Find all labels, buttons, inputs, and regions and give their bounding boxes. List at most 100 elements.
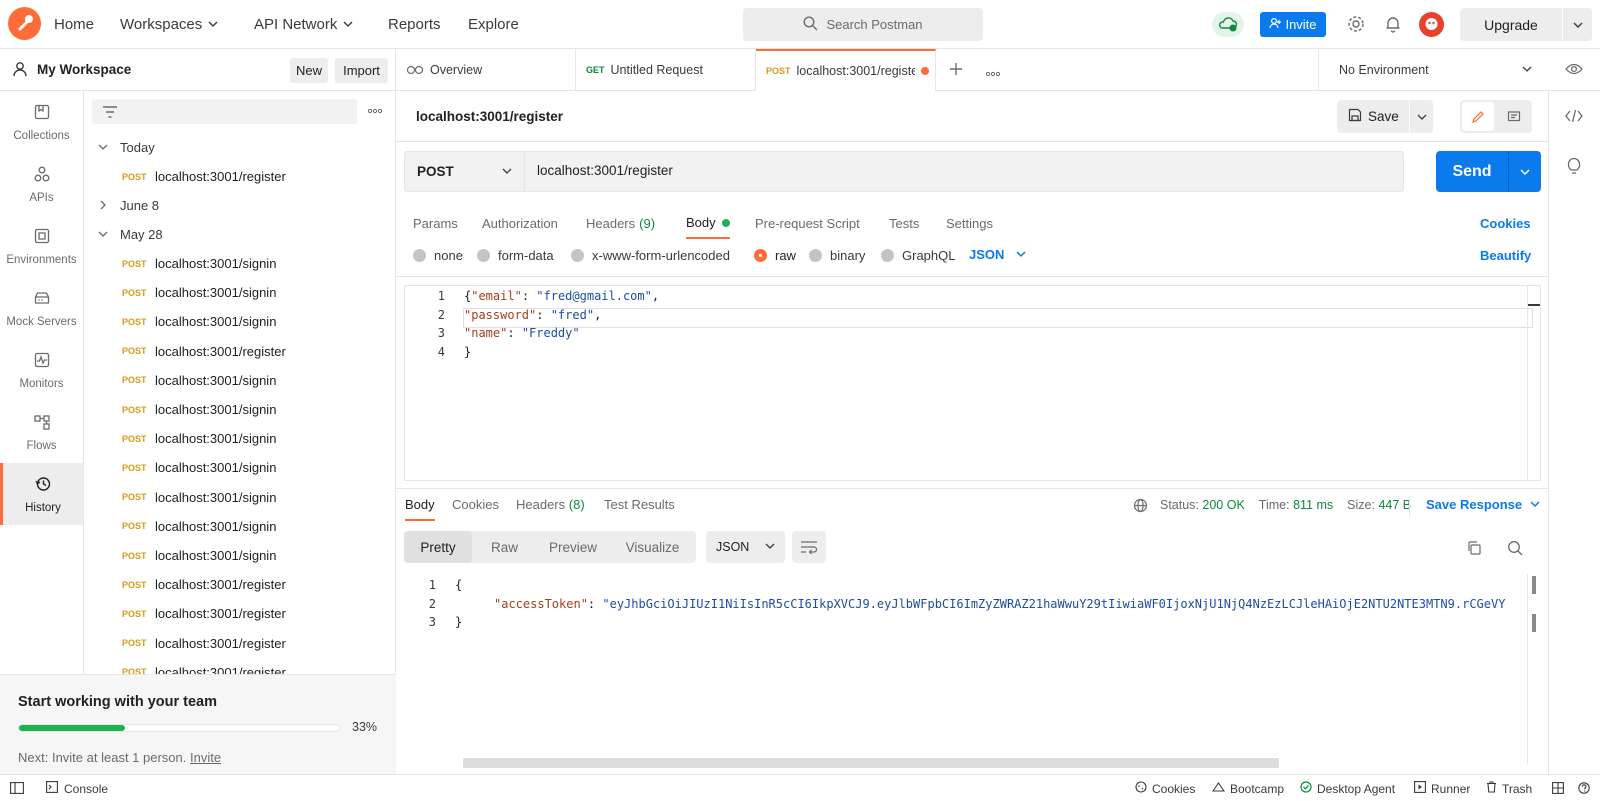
view-visualize[interactable]: Visualize	[609, 540, 696, 555]
tab-headers[interactable]: Headers (9)	[586, 208, 655, 238]
import-button[interactable]: Import	[335, 58, 388, 83]
invite-button[interactable]: Invite	[1260, 12, 1326, 37]
response-tab-cookies[interactable]: Cookies	[452, 497, 499, 512]
view-pretty[interactable]: Pretty	[404, 531, 472, 563]
history-item[interactable]: POST localhost:3001/signin	[84, 395, 394, 424]
sidebar-item-monitors[interactable]: Monitors	[0, 339, 83, 401]
response-time[interactable]: Time: 811 ms	[1259, 498, 1333, 512]
history-item[interactable]: POST localhost:3001/signin	[84, 512, 394, 541]
body-type-none[interactable]: none	[413, 248, 463, 263]
new-button[interactable]: New	[290, 58, 328, 83]
search-input[interactable]: Search Postman	[743, 8, 983, 41]
body-type-form-data[interactable]: form-data	[477, 248, 554, 263]
url-input[interactable]: localhost:3001/register	[537, 163, 673, 178]
response-status[interactable]: Status: 200 OK	[1160, 498, 1245, 512]
history-item[interactable]: POST localhost:3001/signin	[84, 483, 394, 512]
history-item[interactable]: POST localhost:3001/signin	[84, 541, 394, 570]
sync-cloud-icon[interactable]	[1212, 12, 1244, 37]
status-bootcamp[interactable]: Bootcamp	[1211, 781, 1284, 796]
tab-params[interactable]: Params	[413, 208, 458, 238]
history-item[interactable]: POST localhost:3001/signin	[84, 249, 394, 278]
toggle-sidebar-icon[interactable]	[10, 782, 24, 797]
chevron-down-icon[interactable]	[1563, 20, 1592, 30]
layout-grid-icon[interactable]	[1552, 782, 1564, 797]
request-title[interactable]: localhost:3001/register	[416, 109, 563, 124]
sidebar-item-history[interactable]: History	[0, 463, 83, 525]
method-select[interactable]: POST	[405, 152, 525, 191]
copy-icon[interactable]	[1466, 540, 1482, 559]
team-invite-link[interactable]: Invite	[190, 750, 221, 765]
avatar[interactable]	[1419, 12, 1444, 37]
response-tab-headers[interactable]: Headers (8)	[516, 497, 585, 512]
tab-pre-request-script[interactable]: Pre-request Script	[755, 208, 860, 238]
tab-overview[interactable]: Overview	[396, 49, 576, 91]
body-type-urlencoded[interactable]: x-www-form-urlencoded	[571, 248, 730, 263]
tab-authorization[interactable]: Authorization	[482, 208, 558, 238]
body-format-select[interactable]: JSON	[969, 247, 1026, 262]
workspace-name[interactable]: My Workspace	[37, 62, 131, 77]
tab-body[interactable]: Body	[686, 208, 730, 239]
send-button[interactable]: Send	[1436, 151, 1541, 192]
history-item[interactable]: POST localhost:3001/signin	[84, 453, 394, 482]
nav-home[interactable]: Home	[54, 0, 94, 49]
history-item[interactable]: POST localhost:3001/signin	[84, 366, 394, 395]
history-item[interactable]: POST localhost:3001/register	[84, 629, 394, 658]
chevron-down-icon[interactable]	[1508, 151, 1541, 192]
postman-logo-icon[interactable]	[8, 7, 41, 40]
nav-workspaces[interactable]: Workspaces	[120, 0, 218, 49]
code-snippet-icon[interactable]	[1565, 109, 1583, 126]
history-item[interactable]: POST localhost:3001/register	[84, 337, 394, 366]
history-item[interactable]: POST localhost:3001/signin	[84, 307, 394, 336]
sidebar-item-environments[interactable]: Environments	[0, 215, 83, 277]
help-icon[interactable]	[1578, 782, 1590, 797]
chevron-down-icon[interactable]	[1409, 100, 1433, 133]
environment-quick-look-eye-icon[interactable]	[1565, 62, 1583, 79]
status-desktop-agent[interactable]: Desktop Agent	[1300, 781, 1395, 796]
response-tab-test-results[interactable]: Test Results	[604, 497, 675, 512]
scroll-thumb[interactable]	[1532, 576, 1536, 594]
save-response-button[interactable]: Save Response	[1426, 497, 1540, 512]
history-item[interactable]: POST localhost:3001/register	[84, 599, 394, 628]
settings-gear-icon[interactable]	[1346, 14, 1366, 37]
response-format-select[interactable]: JSON	[706, 531, 785, 563]
response-horizontal-scrollbar[interactable]	[463, 758, 1279, 768]
view-preview[interactable]: Preview	[537, 540, 609, 555]
history-group-june-8[interactable]: June 8	[84, 191, 394, 220]
sidebar-item-apis[interactable]: APIs	[0, 153, 83, 215]
history-item[interactable]: POST localhost:3001/signin	[84, 278, 394, 307]
tab-untitled-request[interactable]: GET Untitled Request	[576, 49, 756, 91]
history-item[interactable]: POST localhost:3001/signin	[84, 424, 394, 453]
tab-register-request[interactable]: POST localhost:3001/registe	[756, 49, 936, 91]
status-runner[interactable]: Runner	[1414, 781, 1470, 796]
new-tab-plus-icon[interactable]	[949, 62, 963, 79]
nav-api-network[interactable]: API Network	[254, 0, 353, 49]
history-filter-input[interactable]	[92, 99, 357, 124]
tab-settings[interactable]: Settings	[946, 208, 993, 238]
status-cookies[interactable]: Cookies	[1135, 781, 1195, 796]
sidebar-item-mock-servers[interactable]: Mock Servers	[0, 277, 83, 339]
save-button[interactable]: Save	[1337, 100, 1433, 133]
search-icon[interactable]	[1507, 540, 1523, 559]
environment-selector[interactable]: No Environment	[1318, 49, 1548, 91]
sidebar-item-collections[interactable]: Collections	[0, 91, 83, 153]
body-type-raw[interactable]: raw	[754, 248, 796, 263]
edit-pencil-icon[interactable]	[1462, 102, 1494, 131]
request-body-editor[interactable]: 1 {"email": "fred@gmail.com", 2 "password":…	[404, 285, 1541, 481]
response-vertical-scrollbar[interactable]	[1527, 574, 1541, 764]
scroll-thumb[interactable]	[1532, 614, 1536, 632]
history-item[interactable]: POST localhost:3001/register	[84, 570, 394, 599]
response-body-viewer[interactable]: 1 {2 "accessToken": "eyJhbGciOiJIUzI1NiIsI…	[396, 574, 1528, 764]
editor-scrollbar[interactable]	[1527, 286, 1541, 480]
view-raw[interactable]: Raw	[472, 540, 537, 555]
tab-tests[interactable]: Tests	[889, 208, 919, 238]
status-trash[interactable]: Trash	[1486, 781, 1532, 796]
wrap-lines-icon[interactable]	[792, 531, 826, 563]
body-type-graphql[interactable]: GraphQL	[881, 248, 955, 263]
notifications-bell-icon[interactable]	[1383, 14, 1403, 37]
nav-explore[interactable]: Explore	[468, 0, 519, 49]
more-options-icon[interactable]	[367, 103, 383, 118]
sidebar-item-flows[interactable]: Flows	[0, 401, 83, 463]
history-item[interactable]: POST localhost:3001/register	[84, 162, 394, 191]
globe-icon[interactable]	[1133, 498, 1148, 516]
tab-options-icon[interactable]	[985, 66, 1001, 81]
